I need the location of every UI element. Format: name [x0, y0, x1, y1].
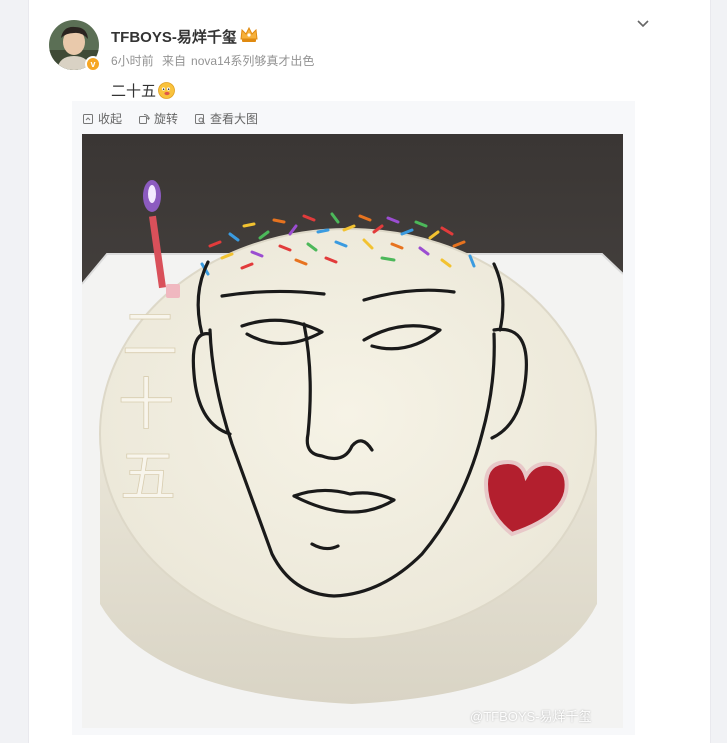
image-toolbar: 收起 旋转 查看大图 — [82, 110, 258, 127]
source-prefix: 来自 — [162, 54, 187, 68]
view-large-label: 查看大图 — [210, 112, 259, 126]
chevron-down-icon[interactable] — [635, 16, 651, 32]
emoji-icon — [158, 82, 175, 99]
watermark-text: @TFBOYS-易烊千玺 — [470, 709, 592, 724]
collapse-button[interactable]: 收起 — [82, 110, 122, 127]
rotate-label: 旋转 — [154, 112, 179, 126]
collapse-label: 收起 — [98, 112, 123, 126]
username[interactable]: TFBOYS-易烊千玺 — [111, 26, 237, 47]
cake-text-char: 十 — [118, 373, 174, 438]
rotate-button[interactable]: 旋转 — [138, 110, 178, 127]
view-large-icon — [195, 113, 206, 124]
cake-text-char: 二 — [122, 303, 178, 368]
verified-badge-icon: v — [85, 56, 101, 72]
rotate-icon — [139, 113, 151, 124]
view-large-button[interactable]: 查看大图 — [194, 110, 258, 127]
cake-text-char: 五 — [120, 445, 176, 510]
post-source[interactable]: nova14系列够真才出色 — [191, 54, 314, 68]
post-meta: 6小时前 来自 nova14系列够真才出色 — [111, 52, 319, 69]
cake-photo: 二 十 五 — [82, 134, 623, 728]
post-image[interactable]: 二 十 五 — [82, 134, 623, 728]
post-text-content: 二十五 — [111, 83, 157, 100]
crown-badge-icon — [240, 26, 258, 42]
post-text: 二十五 — [111, 80, 175, 101]
post-time[interactable]: 6小时前 — [111, 54, 154, 68]
collapse-icon — [83, 113, 93, 124]
image-watermark: @TFBOYS-易烊千玺 — [470, 706, 592, 725]
